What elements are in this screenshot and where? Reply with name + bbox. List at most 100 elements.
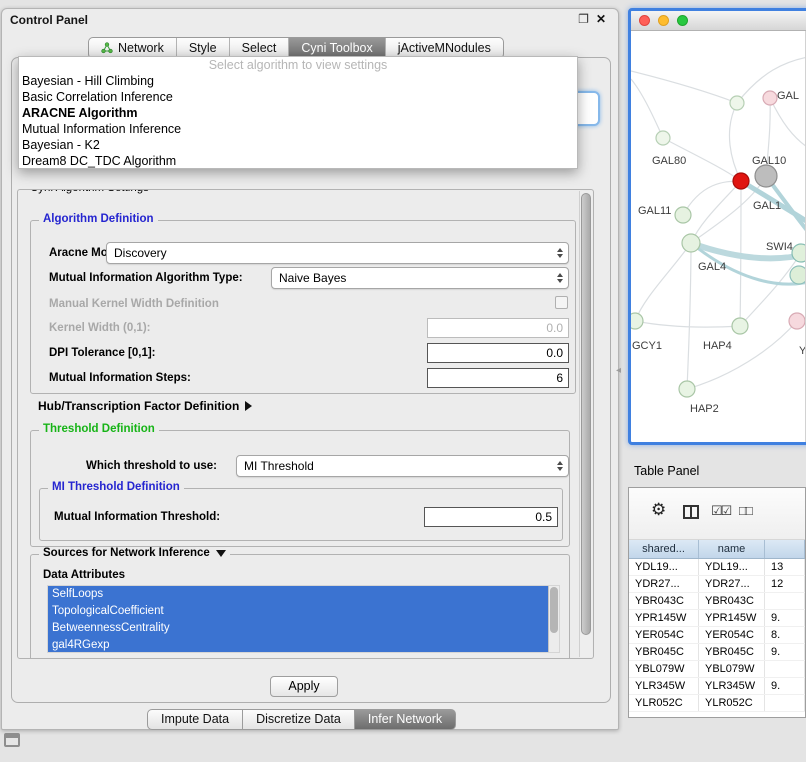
dropdown-item-highlighted[interactable]: ARACNE Algorithm [19,105,577,121]
network-window-titlebar[interactable] [631,11,806,31]
tab-discretize-data[interactable]: Discretize Data [242,709,355,730]
table-row[interactable]: YLR345W YLR345W 9. [629,678,805,695]
sources-expander[interactable]: Sources for Network Inference [39,547,230,559]
mi-threshold-label: Mutual Information Threshold: [54,511,220,523]
network-node[interactable] [789,313,805,329]
window-controls: ❐ ✕ [578,12,606,26]
table-cell: YBR043C [699,593,765,609]
list-item[interactable]: gal4RGexp [48,637,549,653]
float-window-icon[interactable]: ❐ [578,12,589,26]
settings-scrollbar-thumb[interactable] [581,193,591,635]
mi-algorithm-type-combobox[interactable]: Naive Bayes [271,267,569,289]
list-item[interactable]: BetweennessCentrality [48,620,549,637]
manual-kernel-width-checkbox[interactable] [555,296,568,309]
table-cell: YBR045C [699,644,765,660]
gear-icon[interactable]: ⚙ [651,501,666,518]
network-node[interactable] [682,234,700,252]
table-row[interactable]: YLR052C YLR052C [629,695,805,712]
column-header[interactable]: shared... [629,540,699,558]
network-node[interactable] [763,91,777,105]
aracne-mode-combobox[interactable]: Discovery [106,242,569,264]
table-row[interactable]: YDL19... YDL19... 13 [629,559,805,576]
tab-infer-network[interactable]: Infer Network [354,709,456,730]
threshold-definition-group: Threshold Definition Which threshold to … [30,430,570,547]
table-row[interactable]: YPR145W YPR145W 9. [629,610,805,627]
mi-threshold-field[interactable] [424,507,558,527]
column-header[interactable] [765,540,805,558]
network-node-label: GAL10 [752,155,786,167]
table-cell: 9. [765,610,805,626]
table-cell [765,695,805,711]
network-node[interactable] [631,313,643,329]
tab-cyni-toolbox-label: Cyni Toolbox [301,38,372,58]
kernel-width-field [427,318,569,338]
tab-jactivemnodules[interactable]: jActiveMNodules [386,38,503,58]
network-node-red[interactable] [733,173,749,189]
deselect-all-icon[interactable]: □□ [739,503,751,518]
columns-icon[interactable] [683,505,699,519]
dpi-tolerance-field[interactable] [427,343,569,363]
network-node[interactable] [656,131,670,145]
zoom-traffic-icon[interactable] [677,15,688,26]
tab-impute-data[interactable]: Impute Data [147,709,243,730]
table-row[interactable]: YER054C YER054C 8. [629,627,805,644]
apply-button[interactable]: Apply [270,676,338,697]
network-node[interactable] [755,165,777,187]
network-node[interactable] [679,381,695,397]
table-cell: YBL079W [699,661,765,677]
close-window-icon[interactable]: ✕ [596,12,606,26]
which-threshold-label: Which threshold to use: [86,460,217,472]
network-node[interactable] [790,266,806,284]
dropdown-item[interactable]: Dream8 DC_TDC Algorithm [19,153,577,169]
table-cell: YBL079W [629,661,699,677]
algorithm-definition-group: Algorithm Definition Aracne Mode: Discov… [30,220,576,394]
network-node[interactable] [792,244,806,262]
list-scrollbar-thumb[interactable] [550,587,558,633]
tab-cyni-toolbox[interactable]: Cyni Toolbox [289,38,385,58]
tab-network[interactable]: Network [89,38,177,58]
list-scrollbar[interactable] [548,586,559,652]
table-cell: YBR045C [629,644,699,660]
column-header[interactable]: name [699,540,765,558]
settings-scrollbar[interactable] [579,191,592,657]
dpi-tolerance-label: DPI Tolerance [0,1]: [49,347,156,359]
bottom-tabbar: Impute Data Discretize Data Infer Networ… [147,709,456,730]
splitter-collapse-icon[interactable]: ◂ [616,365,621,376]
table-cell: YPR145W [699,610,765,626]
mi-algorithm-type-label: Mutual Information Algorithm Type: [49,272,243,284]
dropdown-item[interactable]: Bayesian - K2 [19,137,577,153]
network-node[interactable] [730,96,744,110]
which-threshold-combobox[interactable]: MI Threshold [236,455,569,477]
table-row[interactable]: YBR045C YBR045C 9. [629,644,805,661]
close-traffic-icon[interactable] [639,15,650,26]
tab-select[interactable]: Select [230,38,290,58]
mi-threshold-group: MI Threshold Definition Mutual Informati… [39,488,563,541]
table-panel-window: ⚙ ☑☑ □□ shared... name YDL19... YDL19...… [628,487,806,718]
tab-style[interactable]: Style [177,38,230,58]
aracne-mode-value: Discovery [114,246,167,260]
list-item[interactable]: SelfLoops [48,586,549,603]
table-row[interactable]: YDR27... YDR27... 12 [629,576,805,593]
hub-definition-expander[interactable]: Hub/Transcription Factor Definition [38,399,252,413]
table-cell: YLR345W [699,678,765,694]
dropdown-item[interactable]: Mutual Information Inference [19,121,577,137]
dropdown-item[interactable]: Basic Correlation Inference [19,89,577,105]
tab-style-label: Style [189,38,217,58]
list-item[interactable]: TopologicalCoefficient [48,603,549,620]
docked-panel-icon[interactable] [4,733,20,747]
table-cell: YLR345W [629,678,699,694]
traffic-lights [639,15,688,26]
select-all-icon[interactable]: ☑☑ [711,503,730,519]
dropdown-item[interactable]: Bayesian - Hill Climbing [19,73,577,89]
network-node[interactable] [732,318,748,334]
tab-network-label: Network [118,38,164,58]
table-row[interactable]: YBL079W YBL079W [629,661,805,678]
network-canvas[interactable]: GAL GAL80 GAL10 GAL11 GAL1 SWI4 GAL4 GCY… [631,31,806,442]
table-row[interactable]: YBR043C YBR043C [629,593,805,610]
minimize-traffic-icon[interactable] [658,15,669,26]
dropdown-placeholder: Select algorithm to view settings [19,57,577,73]
mi-steps-field[interactable] [427,368,569,388]
network-tab-icon [101,42,113,54]
network-node[interactable] [675,207,691,223]
table-toolbar: ⚙ ☑☑ □□ [629,488,805,540]
